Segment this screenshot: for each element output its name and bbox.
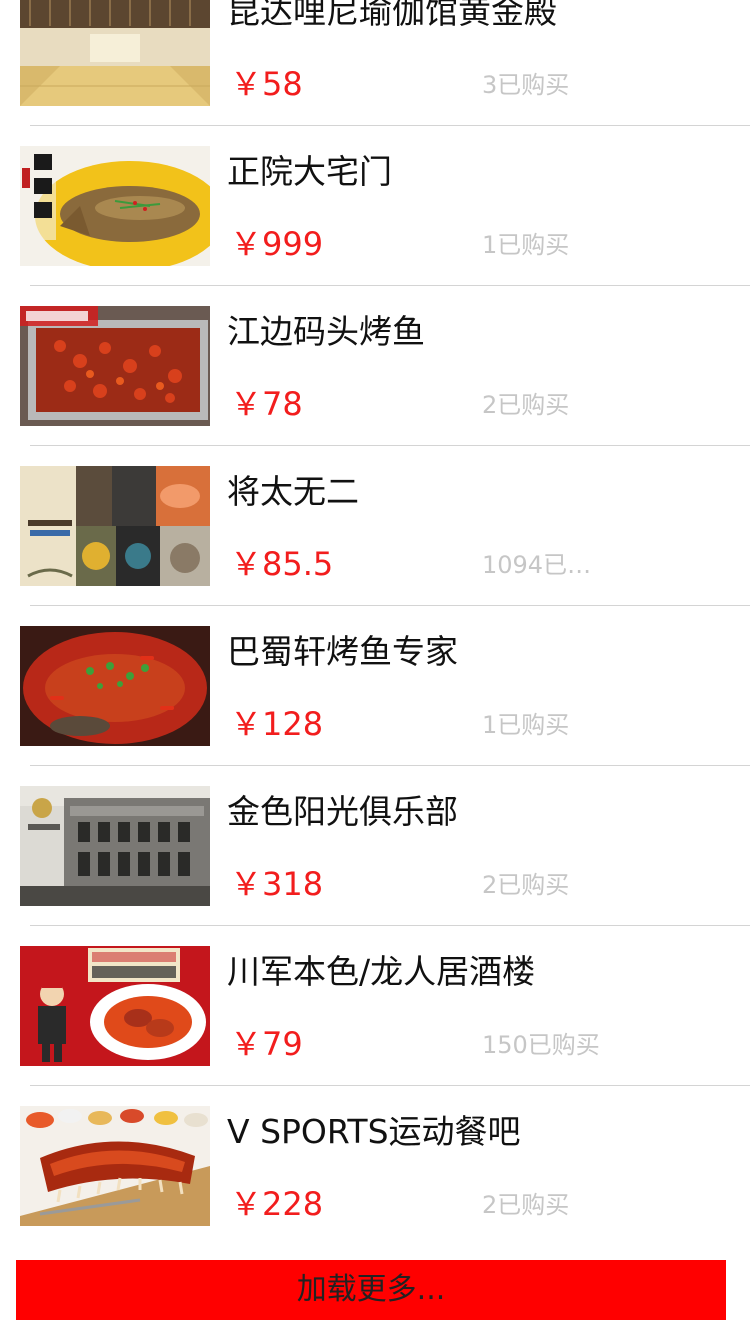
deal-sold-count: 3已购买 (482, 71, 570, 99)
list-item[interactable]: 川军本色/龙人居酒楼 ￥79 150已购买 (0, 926, 750, 1086)
list-item[interactable]: 将太无二 ￥85.5 1094已… (0, 446, 750, 606)
list-item[interactable]: 巴蜀轩烤鱼专家 ￥128 1已购买 (0, 606, 750, 766)
deal-sold-count: 2已购买 (482, 1191, 570, 1219)
restaurant-poster-photo[interactable] (20, 946, 210, 1066)
deal-title: 将太无二 (227, 472, 359, 511)
deal-price: ￥78 (230, 385, 303, 423)
list-item[interactable]: 昆达哩尼瑜伽馆黄金殿 ￥58 3已购买 (0, 0, 750, 126)
deal-sold-count: 2已购买 (482, 871, 570, 899)
deal-price: ￥85.5 (230, 545, 334, 583)
deal-price: ￥999 (230, 225, 324, 263)
club-building-photo[interactable] (20, 786, 210, 906)
list-item[interactable]: 金色阳光俱乐部 ￥318 2已购买 (0, 766, 750, 926)
deal-title: 巴蜀轩烤鱼专家 (227, 632, 458, 671)
deal-price: ￥58 (230, 65, 303, 103)
list-item[interactable]: V SPORTS运动餐吧 ￥228 2已购买 (0, 1086, 750, 1246)
ribs-platter-photo[interactable] (20, 1106, 210, 1226)
list-item[interactable]: 正院大宅门 ￥999 1已购买 (0, 126, 750, 286)
grilled-fish-tray-photo[interactable] (20, 306, 210, 426)
spicy-fish-photo[interactable] (20, 626, 210, 746)
deal-title: 川军本色/龙人居酒楼 (227, 952, 536, 991)
deal-list-page: 昆达哩尼瑜伽馆黄金殿 ￥58 3已购买 正院大宅门 ￥999 1已购买 江边码头… (0, 0, 750, 1334)
deal-title: 正院大宅门 (227, 152, 392, 191)
deal-list: 昆达哩尼瑜伽馆黄金殿 ￥58 3已购买 正院大宅门 ￥999 1已购买 江边码头… (0, 0, 750, 1246)
load-more-button[interactable]: 加载更多... (16, 1260, 726, 1320)
deal-title: 昆达哩尼瑜伽馆黄金殿 (227, 0, 557, 31)
deal-price: ￥79 (230, 1025, 303, 1063)
deal-price: ￥228 (230, 1185, 324, 1223)
deal-title: 江边码头烤鱼 (227, 312, 425, 351)
deal-price: ￥318 (230, 865, 324, 903)
deal-sold-count: 1已购买 (482, 711, 570, 739)
deal-sold-count: 150已购买 (482, 1031, 600, 1059)
deal-sold-count: 2已购买 (482, 391, 570, 419)
deal-sold-count: 1已购买 (482, 231, 570, 259)
yoga-hall-photo[interactable] (20, 0, 210, 106)
deal-title: 金色阳光俱乐部 (227, 792, 458, 831)
list-item[interactable]: 江边码头烤鱼 ￥78 2已购买 (0, 286, 750, 446)
braised-fish-photo[interactable] (20, 146, 210, 266)
deal-title: V SPORTS运动餐吧 (227, 1112, 521, 1151)
deal-sold-count: 1094已… (482, 551, 592, 579)
deal-price: ￥128 (230, 705, 324, 743)
sushi-collage-photo[interactable] (20, 466, 210, 586)
